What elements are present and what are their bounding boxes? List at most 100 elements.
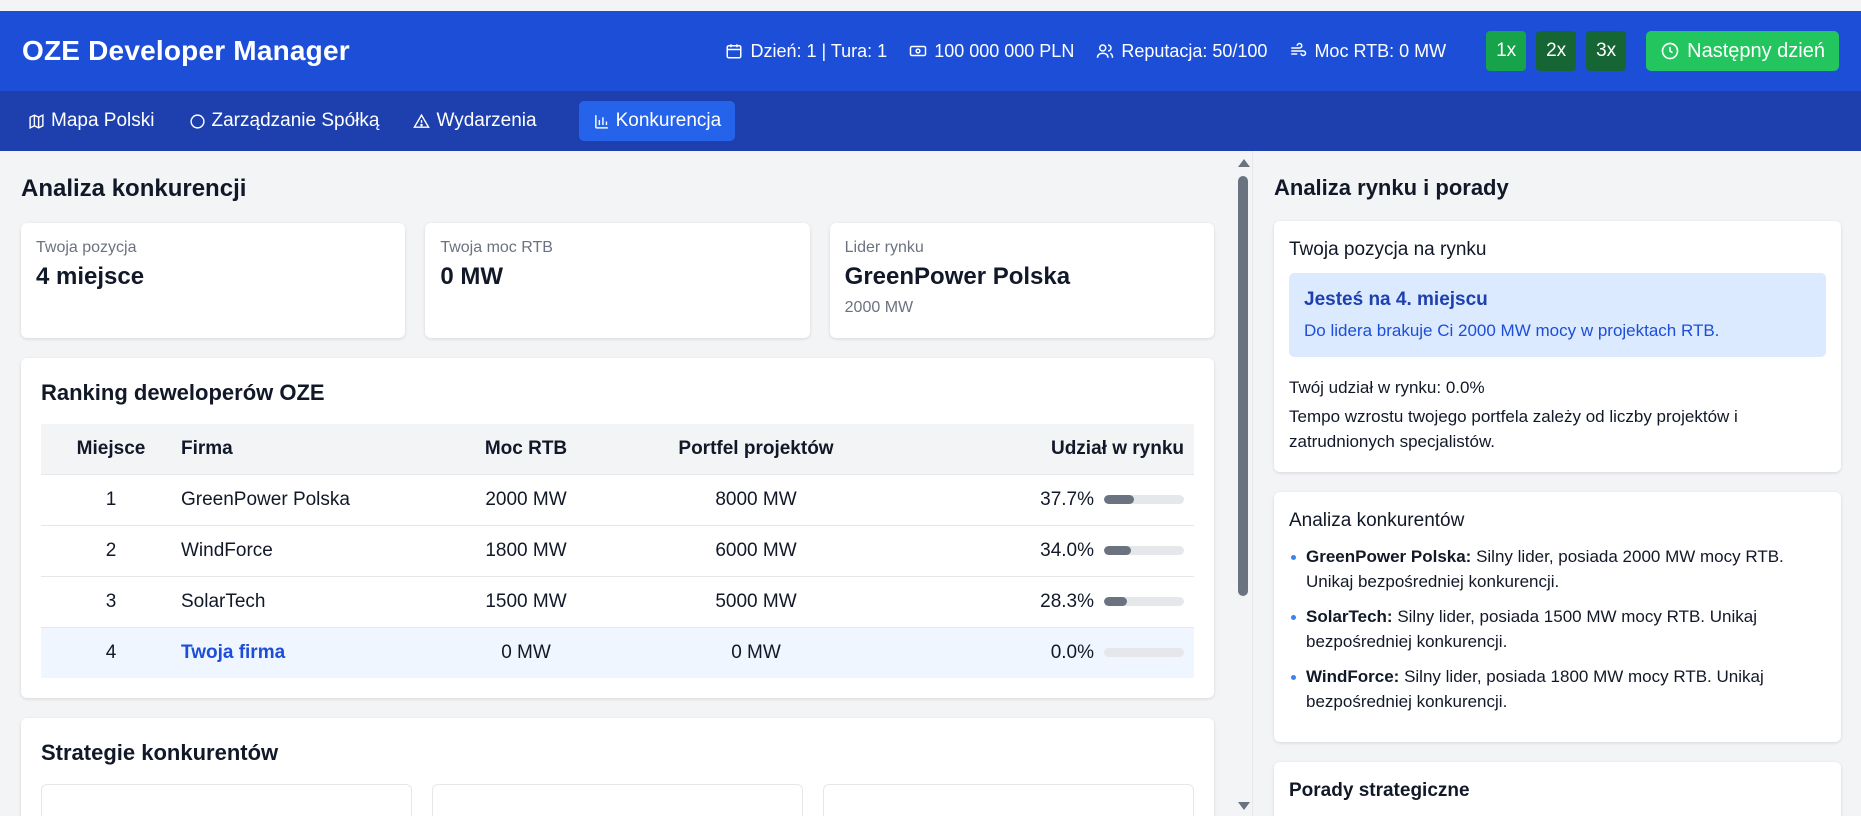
rank-cell: 3 <box>105 590 117 612</box>
tab-zarzadzanie-spolka[interactable]: Zarządzanie Spółką <box>183 101 386 141</box>
tab-wydarzenia[interactable]: Wydarzenia <box>407 101 542 141</box>
competitor-analysis-card: Analiza konkurentów GreenPower Polska: S… <box>1274 492 1841 742</box>
strategic-advice-card: Porady strategiczne <box>1274 762 1841 816</box>
firm-cell: GreenPower Polska <box>181 488 350 510</box>
next-day-label: Następny dzień <box>1687 39 1825 62</box>
portfolio-cell: 0 MW <box>731 641 781 663</box>
info-box-title: Jesteś na 4. miejscu <box>1304 289 1488 310</box>
position-card: Twoja pozycja 4 miejsce <box>21 223 406 338</box>
competitor-name: SolarTech: <box>1306 607 1393 626</box>
strategy-card <box>823 784 1194 816</box>
tab-konkurencja[interactable]: Konkurencja <box>578 101 736 141</box>
strategies-panel: Strategie konkurentów <box>21 718 1214 816</box>
status-stats: Dzień: 1 | Tura: 1 100 000 000 PLN Reput… <box>725 41 1446 62</box>
scroll-down-arrow-icon[interactable] <box>1238 802 1250 810</box>
competition-pane[interactable]: Analiza konkurencji Twoja pozycja 4 miej… <box>0 151 1234 816</box>
share-cell: 34.0% <box>881 525 1194 576</box>
top-bar: OZE Developer Manager Dzień: 1 | Tura: 1… <box>0 11 1861 91</box>
speed-controls: 1x 2x 3x <box>1486 31 1627 71</box>
tab-mapa-polski[interactable]: Mapa Polski <box>22 101 161 141</box>
speed-2x-button[interactable]: 2x <box>1536 31 1577 71</box>
share-bar <box>1104 495 1184 504</box>
portfolio-cell: 6000 MW <box>715 539 797 561</box>
card-title: Porady strategiczne <box>1289 780 1470 801</box>
column-header: Firma <box>181 437 233 459</box>
speed-1x-button[interactable]: 1x <box>1486 31 1527 71</box>
advice-pane: Analiza rynku i porady Twoja pozycja na … <box>1252 151 1861 816</box>
scrollbar[interactable] <box>1234 151 1252 816</box>
strategies-title: Strategie konkurentów <box>41 740 279 765</box>
summary-cards: Twoja pozycja 4 miejsce Twoja moc RTB 0 … <box>21 223 1214 338</box>
rtb-cell: 1500 MW <box>485 590 567 612</box>
next-day-button[interactable]: Następny dzień <box>1646 31 1839 71</box>
table-row: 2 WindForce 1800 MW 6000 MW 34.0% <box>41 525 1194 576</box>
rtb-cell: 1800 MW <box>485 539 567 561</box>
wind-icon <box>1291 42 1307 57</box>
market-share-text: Twój udział w rynku: 0.0% <box>1289 378 1485 397</box>
scroll-up-arrow-icon[interactable] <box>1238 159 1250 167</box>
card-title: Analiza konkurentów <box>1289 510 1465 531</box>
users-icon <box>1097 44 1114 58</box>
card-value: 4 miejsce <box>36 263 145 290</box>
app-window: OZE Developer Manager Dzień: 1 | Tura: 1… <box>0 11 1861 816</box>
market-position-card: Twoja pozycja na rynku Jesteś na 4. miej… <box>1274 221 1841 472</box>
portfolio-cell: 5000 MW <box>715 590 797 612</box>
position-info-box: Jesteś na 4. miejscu Do lidera brakuje C… <box>1289 273 1826 357</box>
column-header: Moc RTB <box>484 437 568 459</box>
main-nav: Mapa Polski Zarządzanie Spółką Wydarzeni… <box>0 91 1861 151</box>
rank-cell: 4 <box>105 641 117 663</box>
rtb-stat: Moc RTB: 0 MW <box>1289 41 1446 62</box>
share-text: 0.0% <box>1050 641 1094 663</box>
firm-cell: SolarTech <box>181 590 266 612</box>
share-bar <box>1104 546 1184 555</box>
column-header: Portfel projektów <box>678 437 834 459</box>
competitor-list: GreenPower Polska: Silny lider, posiada … <box>1289 544 1826 714</box>
info-box-text: Do lidera brakuje Ci 2000 MW mocy w proj… <box>1304 321 1720 340</box>
share-cell: 0.0% <box>881 627 1194 678</box>
speed-3x-button[interactable]: 3x <box>1586 31 1627 71</box>
money-stat: 100 000 000 PLN <box>909 41 1074 62</box>
rtb-card: Twoja moc RTB 0 MW <box>425 223 810 338</box>
share-text: 34.0% <box>1040 539 1094 561</box>
list-item: SolarTech: Silny lider, posiada 1500 MW … <box>1289 604 1826 654</box>
day-turn-text: Dzień: 1 | Tura: 1 <box>750 40 888 61</box>
clock-icon <box>1661 42 1679 60</box>
list-item: WindForce: Silny lider, posiada 1800 MW … <box>1289 664 1826 714</box>
card-label: Twoja moc RTB <box>440 239 553 256</box>
banknote-icon <box>909 45 927 57</box>
main-content: Analiza konkurencji Twoja pozycja 4 miej… <box>0 151 1861 816</box>
day-turn-stat: Dzień: 1 | Tura: 1 <box>725 41 887 62</box>
map-icon <box>29 113 44 129</box>
column-header: Miejsce <box>76 437 146 459</box>
card-value: 0 MW <box>440 263 503 290</box>
strategy-card <box>432 784 803 816</box>
growth-note: Tempo wzrostu twojego portfela zależy od… <box>1289 407 1738 451</box>
rtb-cell: 2000 MW <box>485 488 567 510</box>
table-row: 1 GreenPower Polska 2000 MW 8000 MW 37.7… <box>41 474 1194 525</box>
share-bar-fill <box>1104 546 1132 555</box>
card-title: Twoja pozycja na rynku <box>1289 239 1487 260</box>
share-cell: 37.7% <box>881 474 1194 525</box>
scroll-thumb[interactable] <box>1238 176 1248 596</box>
tab-label: Mapa Polski <box>51 110 155 131</box>
competitor-name: GreenPower Polska: <box>1306 547 1472 566</box>
advice-title: Analiza rynku i porady <box>1274 175 1509 200</box>
firm-cell: WindForce <box>181 539 273 561</box>
warning-icon <box>413 113 431 128</box>
circle-icon <box>189 113 205 129</box>
share-text: 37.7% <box>1040 488 1094 510</box>
firm-cell: Twoja firma <box>181 641 286 663</box>
bar-chart-icon <box>594 114 608 129</box>
ranking-title: Ranking deweloperów OZE <box>41 380 325 405</box>
table-row-own-company: 4 Twoja firma 0 MW 0 MW 0.0% <box>41 627 1194 678</box>
share-bar <box>1104 648 1184 658</box>
share-cell: 28.3% <box>881 576 1194 627</box>
strategy-card <box>41 784 412 816</box>
money-text: 100 000 000 PLN <box>934 40 1075 61</box>
rtb-text: Moc RTB: 0 MW <box>1314 40 1447 61</box>
leader-card: Lider rynku GreenPower Polska 2000 MW <box>829 223 1214 338</box>
card-sub: 2000 MW <box>844 299 914 316</box>
tab-label: Wydarzenia <box>436 110 537 131</box>
ranking-table: Miejsce Firma Moc RTB Portfel projektów … <box>41 424 1194 678</box>
card-value: GreenPower Polska <box>844 263 1071 290</box>
